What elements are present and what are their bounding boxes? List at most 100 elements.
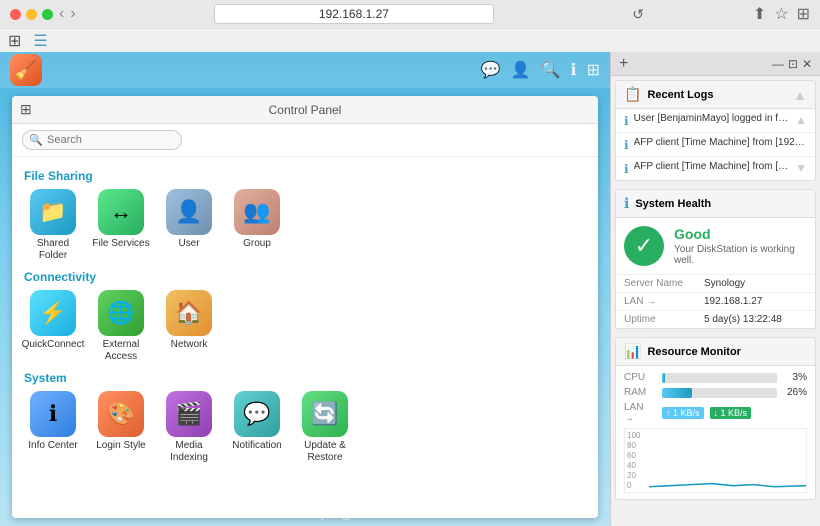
url-text: 192.168.1.27: [319, 7, 389, 21]
system-health-title: System Health: [635, 198, 711, 210]
cp-title: Control Panel: [269, 103, 342, 117]
icon-img-info-center: ℹ: [30, 391, 76, 437]
recent-logs-icon: 📋: [624, 86, 641, 103]
search-input[interactable]: [22, 130, 182, 150]
new-tab-icon[interactable]: ⊞: [797, 4, 810, 24]
connectivity-title: Connectivity: [24, 270, 586, 284]
system-grid: ℹ Info Center 🎨 Login Style 🎬 Media Inde…: [24, 391, 586, 464]
icon-img-file-services: ↔: [98, 189, 144, 235]
icon-file-services[interactable]: ↔ File Services: [92, 189, 150, 262]
widget-minimize-icon[interactable]: —: [772, 57, 784, 71]
resource-monitor-widget: 📊 Resource Monitor CPU 3% RAM 26%: [615, 337, 816, 500]
server-name-label: Server Name: [616, 275, 696, 293]
list-icon[interactable]: ☰: [33, 31, 47, 51]
icon-img-update-restore: 🔄: [302, 391, 348, 437]
recent-logs-title: Recent Logs: [647, 89, 713, 101]
tl-yellow[interactable]: [26, 9, 37, 20]
cp-icon: ⊞: [20, 101, 32, 118]
icon-label-shared-folder: Shared Folder: [24, 238, 82, 262]
uptime-label: Uptime: [616, 311, 696, 329]
lan-row: LAN → 192.168.1.27: [616, 293, 815, 311]
icon-quickconnect[interactable]: ⚡ QuickConnect: [24, 290, 82, 363]
cpu-bar-fill: [662, 373, 665, 383]
share-icon[interactable]: ⬆: [753, 4, 766, 24]
icon-external-access[interactable]: 🌐 External Access: [92, 290, 150, 363]
health-text: Good Your DiskStation is working well.: [674, 226, 807, 266]
icon-user[interactable]: 👤 User: [160, 189, 218, 262]
icon-info-center[interactable]: ℹ Info Center: [24, 391, 82, 464]
recent-logs-scroll-up[interactable]: ▲: [793, 87, 807, 103]
resource-content: CPU 3% RAM 26% LAN → ↑ 1 KB/s ↓ 1: [616, 366, 815, 499]
tl-green[interactable]: [42, 9, 53, 20]
icon-label-notification: Notification: [232, 440, 281, 452]
file-sharing-title: File Sharing: [24, 169, 586, 183]
cp-titlebar: ⊞ Control Panel: [12, 96, 598, 124]
file-sharing-grid: 📁 Shared Folder ↔ File Services 👤 User 👥…: [24, 189, 586, 262]
icon-login-style[interactable]: 🎨 Login Style: [92, 391, 150, 464]
resource-monitor-title: Resource Monitor: [647, 346, 741, 358]
control-panel: ⊞ Control Panel 🔍 File Sharing 📁 Shared …: [12, 96, 598, 518]
dsm-topbar-right: 💬 👤 🔍 ℹ ⊞: [481, 60, 600, 80]
search-icon[interactable]: 🔍: [541, 60, 561, 80]
health-message: Your DiskStation is working well.: [674, 244, 807, 266]
tl-red[interactable]: [10, 9, 21, 20]
log-scroll-1[interactable]: ▲: [795, 113, 807, 127]
bookmark-icon[interactable]: ☆: [774, 4, 788, 24]
icon-network[interactable]: 🏠 Network: [160, 290, 218, 363]
ram-bar-bg: [662, 388, 777, 398]
ram-label: RAM: [624, 387, 656, 398]
info-icon[interactable]: ℹ: [571, 60, 577, 80]
health-content: ✓ Good Your DiskStation is working well.: [616, 218, 815, 274]
cp-content: File Sharing 📁 Shared Folder ↔ File Serv…: [12, 157, 598, 509]
user-icon[interactable]: 👤: [511, 60, 531, 80]
browser-toolbar: ⊞ ☰: [0, 28, 820, 52]
chart-y-labels: 100806040200: [625, 429, 649, 492]
icon-shared-folder[interactable]: 📁 Shared Folder: [24, 189, 82, 262]
icon-update-restore[interactable]: 🔄 Update & Restore: [296, 391, 354, 464]
icon-label-group: Group: [243, 238, 271, 250]
icon-img-notification: 💬: [234, 391, 280, 437]
resource-monitor-header: 📊 Resource Monitor: [616, 338, 815, 366]
cpu-label: CPU: [624, 372, 656, 383]
server-name-value: Synology: [696, 275, 815, 293]
resource-monitor-icon: 📊: [624, 343, 641, 360]
health-info-table: Server Name Synology LAN → 192.168.1.27 …: [616, 274, 815, 328]
log-scroll-3[interactable]: ▼: [795, 161, 807, 175]
search-inner-icon: 🔍: [29, 134, 43, 147]
apps-icon[interactable]: ⊞: [587, 60, 600, 80]
icon-label-external-access: External Access: [92, 339, 150, 363]
icon-label-info-center: Info Center: [28, 440, 77, 452]
log-item-3: ℹ AFP client [Time Machine] from [192.16…: [616, 157, 815, 180]
server-name-row: Server Name Synology: [616, 275, 815, 293]
lan-resource-label: LAN →: [624, 402, 656, 424]
url-bar[interactable]: 192.168.1.27: [214, 4, 494, 24]
cp-search-area: 🔍: [12, 124, 598, 157]
health-status: Good: [674, 226, 807, 242]
reload-button[interactable]: ↺: [632, 6, 644, 23]
icon-label-file-services: File Services: [92, 238, 149, 250]
log-text-2: AFP client [Time Machine] from [192.168.…: [634, 137, 807, 148]
lan-resource-row: LAN → ↑ 1 KB/s ↓ 1 KB/s: [624, 402, 807, 424]
chat-icon[interactable]: 💬: [481, 60, 501, 80]
icon-img-shared-folder: 📁: [30, 189, 76, 235]
icon-img-user: 👤: [166, 189, 212, 235]
dsm-logo: 🧹: [10, 54, 42, 86]
nav-back-button[interactable]: ‹: [59, 5, 64, 23]
icon-group[interactable]: 👥 Group: [228, 189, 286, 262]
recent-logs-header: 📋 Recent Logs ▲: [616, 81, 815, 109]
nav-forward-button[interactable]: ›: [70, 5, 75, 23]
widget-titlebar: + — ⊡ ✕: [611, 52, 820, 76]
ram-row: RAM 26%: [624, 387, 807, 398]
icon-media-indexing[interactable]: 🎬 Media Indexing: [160, 391, 218, 464]
icon-label-login-style: Login Style: [96, 440, 145, 452]
icon-label-user: User: [178, 238, 199, 250]
cpu-row: CPU 3%: [624, 372, 807, 383]
icon-notification[interactable]: 💬 Notification: [228, 391, 286, 464]
grid-icon[interactable]: ⊞: [8, 31, 21, 51]
widget-restore-icon[interactable]: ⊡: [788, 57, 798, 71]
dsm-version: Synology DSM 5.2: [315, 510, 390, 520]
traffic-lights: [10, 9, 53, 20]
widget-close-icon[interactable]: ✕: [802, 57, 812, 71]
icon-img-login-style: 🎨: [98, 391, 144, 437]
widget-add-icon[interactable]: +: [619, 55, 628, 73]
